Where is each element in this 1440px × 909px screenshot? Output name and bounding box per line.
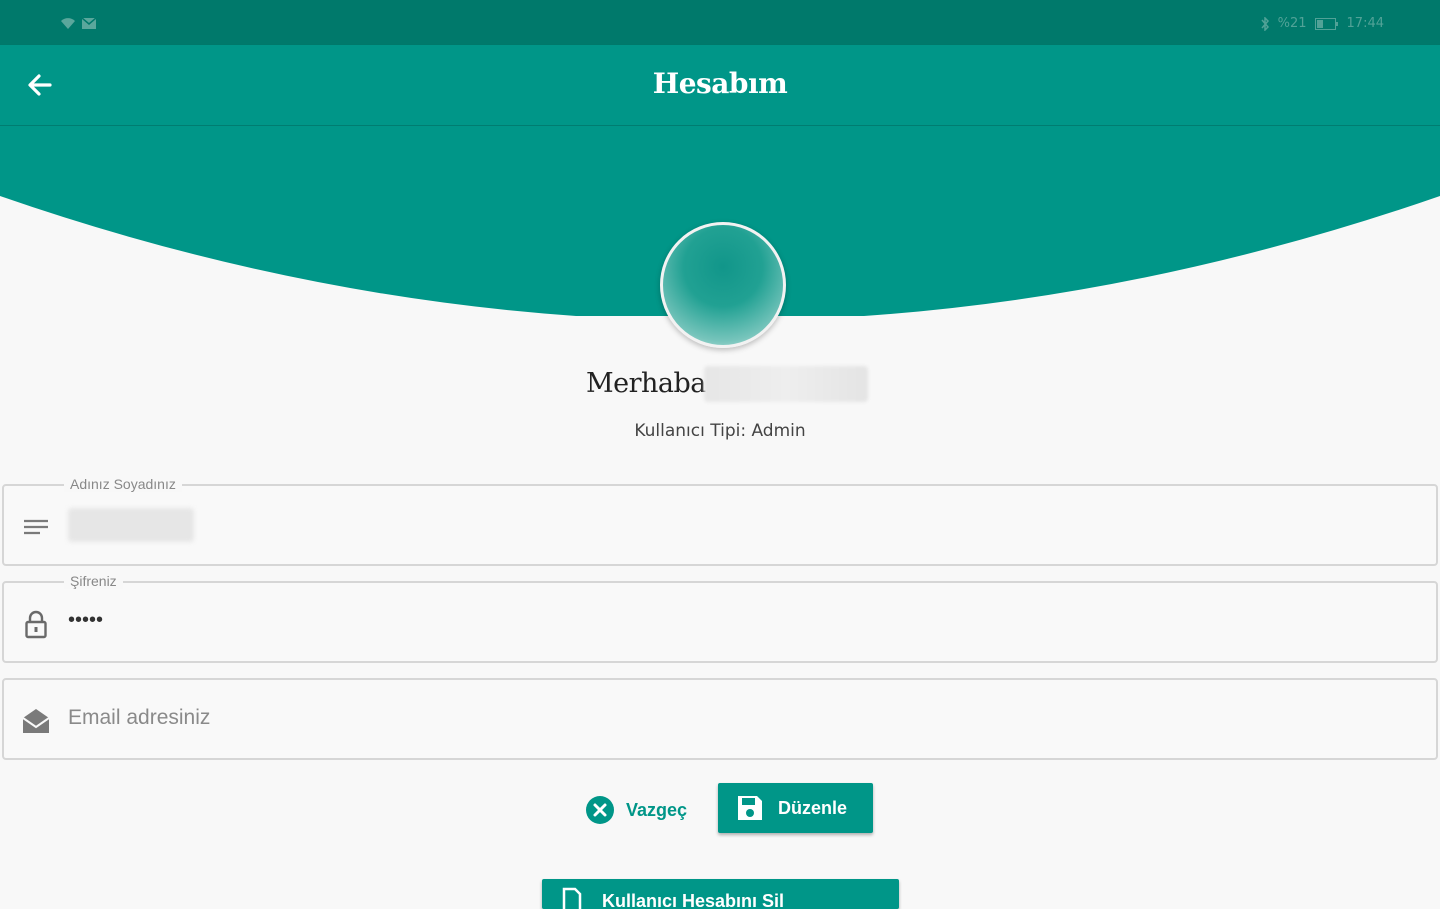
edit-button-label: Düzenle <box>778 797 848 818</box>
name-field[interactable]: Adınız Soyadınız <box>2 476 1438 566</box>
email-placeholder: Email adresiniz <box>68 706 211 729</box>
status-icons-right: %21 17:44 <box>1260 16 1384 31</box>
status-icons-left <box>60 16 96 30</box>
status-bar: %21 17:44 <box>0 0 1440 45</box>
password-value: ••••• <box>68 609 104 631</box>
mail-icon <box>82 17 96 29</box>
close-circle-icon <box>586 796 614 824</box>
edit-button[interactable]: Düzenle <box>718 783 873 833</box>
password-field[interactable]: Şifreniz ••••• <box>2 573 1438 663</box>
document-icon <box>562 887 582 909</box>
user-name-redacted <box>704 366 868 402</box>
user-type-label: Kullanıcı Tipi: Admin <box>634 421 806 441</box>
battery-icon <box>1314 17 1338 30</box>
password-field-label: Şifreniz <box>64 573 123 589</box>
battery-percent: %21 <box>1277 16 1307 31</box>
delete-account-button-label: Kullanıcı Hesabını Sil <box>602 891 785 909</box>
save-icon <box>738 796 762 820</box>
app-bar: Hesabım <box>0 45 1440 126</box>
delete-account-button[interactable]: Kullanıcı Hesabını Sil <box>542 879 899 909</box>
email-field[interactable]: Email adresiniz <box>2 678 1438 760</box>
cancel-button-label: Vazgeç <box>626 799 688 820</box>
subject-icon <box>24 519 48 535</box>
name-value-redacted <box>68 508 194 542</box>
page-title: Hesabım <box>652 67 788 100</box>
name-field-label: Adınız Soyadınız <box>64 476 182 492</box>
status-time: 17:44 <box>1346 16 1384 31</box>
cancel-button[interactable]: Vazgeç <box>584 790 687 830</box>
avatar <box>660 222 786 348</box>
lock-icon <box>25 610 47 639</box>
envelope-open-icon <box>22 709 50 733</box>
wifi-icon <box>61 18 75 29</box>
bluetooth-icon <box>1261 16 1269 31</box>
greeting-text: Merhaba <box>586 368 706 399</box>
